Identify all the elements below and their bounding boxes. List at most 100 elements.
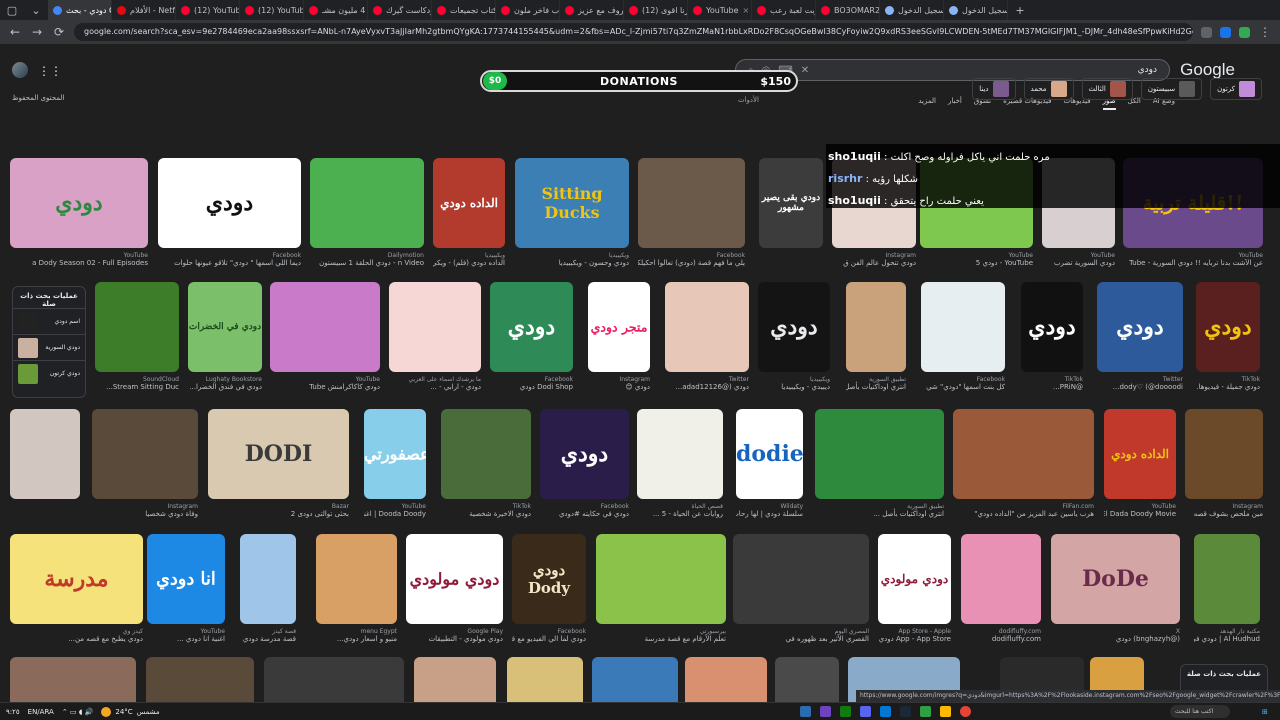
image-result[interactable] — [733, 534, 869, 624]
image-caption[interactable]: YouTubeDooda Doody | اغنية عصفور... — [364, 503, 426, 518]
browser-tab[interactable]: تسجيل الدخول× — [880, 0, 944, 20]
image-caption[interactable]: Twitter dody♡ (@doooodi... — [1097, 376, 1183, 391]
image-result[interactable] — [316, 534, 397, 624]
image-result[interactable] — [10, 409, 80, 499]
related-search-item[interactable]: دودي السورية — [13, 334, 85, 360]
reload-icon[interactable]: ⟳ — [52, 25, 66, 39]
weather-widget[interactable]: 24°C مشمس — [101, 706, 160, 717]
image-caption[interactable]: Lughaty Bookstore دودي في فندق الخضرا... — [188, 376, 262, 391]
browser-tab[interactable]: حروف مع عزيز× — [560, 0, 624, 20]
browser-tab[interactable]: BO3OMAR22 -× — [816, 0, 880, 20]
image-caption[interactable]: Facebook يلي ما فهم قصة (دودي) تعالوا احك… — [638, 252, 745, 267]
image-result[interactable] — [846, 282, 906, 372]
browser-tab[interactable]: تسجيل الدخول× — [944, 0, 1008, 20]
app-icon[interactable] — [880, 706, 891, 717]
image-result[interactable]: دودي مولودي — [878, 534, 951, 624]
browser-tab[interactable]: YouTube × — [688, 0, 752, 20]
image-result[interactable]: دودي — [1021, 282, 1083, 372]
image-caption[interactable]: TikTok @PRiN... — [1021, 376, 1083, 391]
image-result[interactable] — [637, 409, 723, 499]
image-caption[interactable]: مكتبة دار الهدهدAl Hudhud | دودي في فندق — [1194, 628, 1260, 643]
image-caption[interactable]: تطبيق السوريةانتري اوداكتيات بأصل ... — [846, 376, 906, 391]
app-icon[interactable] — [940, 706, 951, 717]
image-result[interactable] — [95, 282, 179, 372]
image-result[interactable] — [592, 657, 678, 702]
image-caption[interactable]: Facebook ديما اللي اسمها " دودي" تلاقو عي… — [158, 252, 301, 267]
image-caption[interactable]: Instagram مين ملحص بشوف قصه — [1185, 503, 1263, 518]
image-caption[interactable]: ويكيبيديا ديبيدي - ويكيبيديا — [758, 376, 830, 391]
image-caption[interactable]: Wildaty سلسلة دودي | لها رحات — [736, 503, 803, 518]
image-caption[interactable]: كيدز وي دودي يطبخ مع قصه من... — [10, 628, 143, 643]
image-caption[interactable]: Facebook دودي في حكايته #دودي — [540, 503, 629, 518]
extension-icon[interactable] — [1220, 26, 1231, 38]
image-result[interactable] — [921, 282, 1005, 372]
window-menu-icon[interactable]: ▢ — [0, 4, 24, 17]
image-result[interactable] — [414, 657, 496, 702]
image-caption[interactable]: TikTok دودي جميلة - فيديوها... — [1196, 376, 1260, 391]
image-result[interactable]: دودي بقى يصير مشهور — [759, 158, 823, 248]
image-caption[interactable]: TikTok دودي الاخيرة شخصية — [441, 503, 531, 518]
menu-icon[interactable]: ⋮ — [1258, 25, 1272, 39]
image-caption[interactable]: Facebookدودي لما الي الفيديو مع قصة مع — [512, 628, 586, 643]
image-caption[interactable]: Twitter دودي (@adad12126... — [665, 376, 749, 391]
app-icon[interactable] — [900, 706, 911, 717]
image-result[interactable] — [953, 409, 1094, 499]
image-result[interactable] — [507, 657, 583, 702]
image-result[interactable] — [1185, 409, 1263, 499]
image-result[interactable] — [596, 534, 726, 624]
image-caption[interactable]: Bazar بحثی توالتی دودی 2 — [208, 503, 349, 518]
image-caption[interactable]: App Store - AppleApp - App Store دودي مو… — [878, 628, 951, 643]
image-result[interactable] — [1194, 534, 1260, 624]
image-result[interactable] — [146, 657, 254, 702]
clock[interactable]: ٩:٢٥ — [6, 708, 20, 716]
image-caption[interactable]: YouTube YouTube - دودي 5 — [920, 252, 1033, 267]
new-tab-button[interactable]: + — [1008, 4, 1032, 17]
clear-icon[interactable]: ✕ — [801, 65, 809, 76]
related-chip[interactable]: الثالث — [1081, 78, 1133, 100]
related-chip[interactable]: محمد — [1023, 78, 1074, 100]
image-caption[interactable]: Facebook كل بنت اسمها "دودي" شي — [921, 376, 1005, 391]
image-caption[interactable]: المصري اليوم القصري الأثير بعد ظهوره في — [733, 628, 869, 643]
image-result[interactable]: مدرسة — [10, 534, 143, 624]
image-caption[interactable]: YouTubeEl Dada Doody Movie / داده دودي — [1104, 503, 1176, 518]
image-result[interactable]: دودي — [540, 409, 629, 499]
image-result[interactable] — [441, 409, 531, 499]
image-caption[interactable]: ويكيبيديا دودي وحسون - ويكيبيديا — [515, 252, 629, 267]
image-caption[interactable]: YouTube a Dody Season 02 - Full Episodes — [10, 252, 148, 267]
image-result[interactable] — [264, 657, 404, 702]
taskbar-search[interactable]: اكتب هنا للبحث — [1170, 705, 1230, 718]
image-result[interactable]: دودي Dody — [512, 534, 586, 624]
browser-tab[interactable]: حجاب فاخر ملون× — [496, 0, 560, 20]
image-result[interactable]: دودي — [10, 158, 148, 248]
browser-tab[interactable]: بودكاست گيرك× — [368, 0, 432, 20]
image-caption[interactable]: dodifluffy.com dodifluffy.com — [961, 628, 1041, 643]
image-result[interactable]: دودي — [1097, 282, 1183, 372]
language-indicator[interactable]: EN/ARA — [28, 708, 54, 716]
image-result[interactable] — [389, 282, 481, 372]
image-caption[interactable]: YouTube عن الآشت بدنا تربايه !! دودي السو… — [1123, 252, 1263, 267]
app-icon[interactable] — [840, 706, 851, 717]
browser-tab[interactable]: الأفلام - Netflix× — [112, 0, 176, 20]
tab-close-icon[interactable]: × — [743, 6, 750, 15]
image-caption[interactable]: ما يرشدك اسماء على العربي دودي - ارابي - … — [389, 376, 481, 391]
image-caption[interactable]: Dailymotion n Video - دودي الحلقة 1 سبيست… — [310, 252, 424, 267]
related-chip[interactable]: كرتون — [1210, 78, 1262, 100]
apps-grid-icon[interactable]: ⋮⋮ — [38, 64, 62, 78]
image-result[interactable] — [270, 282, 380, 372]
image-caption[interactable]: FilFan.com هرب ياسين عبد المزيز من "الداد… — [953, 503, 1094, 518]
app-icon[interactable] — [860, 706, 871, 717]
image-result[interactable]: دودي — [490, 282, 573, 372]
image-caption[interactable]: YouTube اغنية انا دودي ... — [147, 628, 225, 643]
image-caption[interactable]: ويكيبيديا الداده دودي (فلم) - ويكي — [433, 252, 505, 267]
browser-tab[interactable]: بث 4 مليون مشـ× — [304, 0, 368, 20]
image-caption[interactable]: YouTube دودي كاكاكرامنش Tube — [270, 376, 380, 391]
image-result[interactable]: عصفورتي — [364, 409, 426, 499]
image-caption[interactable]: YouTube دودي السورية تضرب — [1042, 252, 1115, 267]
image-result[interactable] — [310, 158, 424, 248]
google-logo[interactable]: Google — [1180, 60, 1235, 80]
browser-tab[interactable]: دودي - بحث Go× — [48, 0, 112, 20]
browser-tab[interactable]: كتاب تجميعات× — [432, 0, 496, 20]
tab-search-icon[interactable]: ⌄ — [24, 4, 48, 17]
image-caption[interactable]: Instagram دودي تتحول عالم الفن ق — [832, 252, 916, 267]
tools-button[interactable]: الأدوات — [738, 96, 759, 104]
